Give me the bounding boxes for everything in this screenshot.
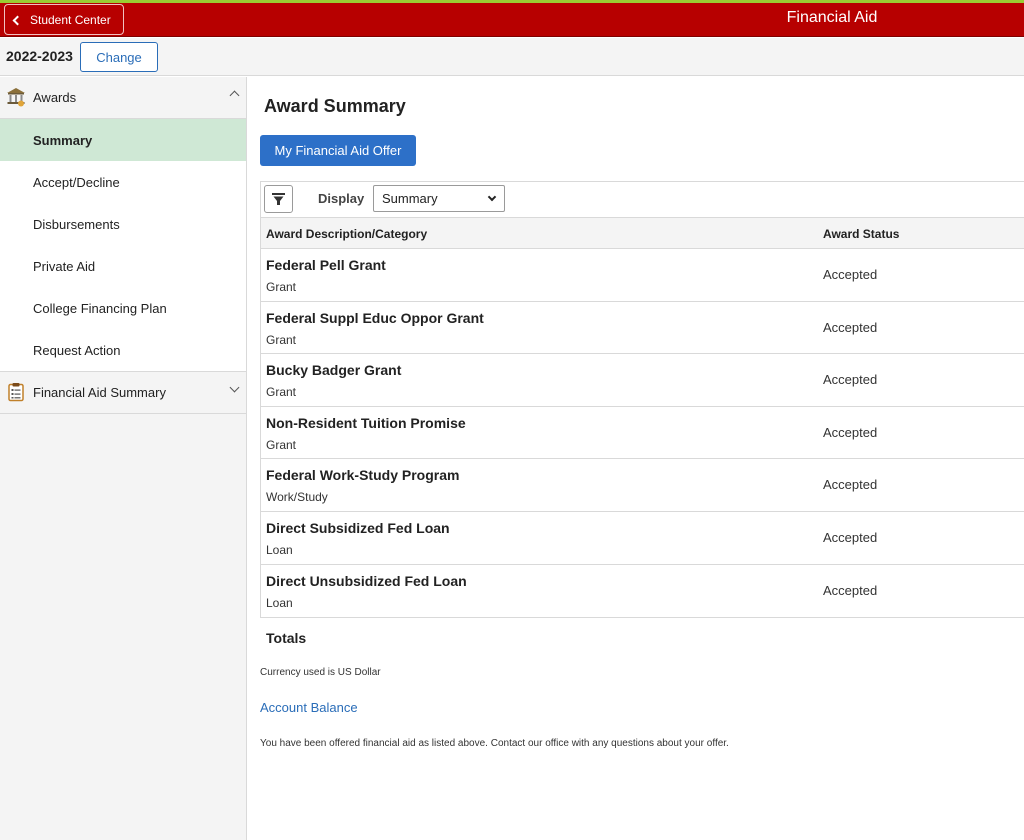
- award-category: Grant: [266, 385, 297, 400]
- award-status: Accepted: [823, 424, 878, 440]
- back-button-label: Student Center: [30, 12, 111, 27]
- sidebar-item-private-aid[interactable]: Private Aid: [0, 245, 246, 287]
- award-status: Accepted: [823, 477, 878, 493]
- display-label: Display: [318, 191, 365, 206]
- award-category: Loan: [266, 542, 293, 557]
- grid-header: Award Description/Category Award Status: [261, 218, 1024, 249]
- award-category: Grant: [266, 332, 297, 347]
- sidebar-item-college-financing-plan[interactable]: College Financing Plan: [0, 287, 246, 329]
- bank-icon: [6, 87, 26, 107]
- clipboard-icon: [6, 382, 26, 402]
- award-name: Direct Subsidized Fed Loan: [266, 519, 450, 536]
- aid-year-label: 2022-2023: [6, 48, 73, 64]
- sidebar-group-label: Awards: [33, 90, 77, 105]
- account-balance-link[interactable]: Account Balance: [260, 700, 358, 715]
- sidebar-nav: Awards Summary Accept/Decline Disburseme…: [0, 77, 247, 840]
- column-header-award-description[interactable]: Award Description/Category: [266, 227, 427, 241]
- award-name: Non-Resident Tuition Promise: [266, 414, 466, 431]
- sidebar-item-accept-decline[interactable]: Accept/Decline: [0, 161, 246, 203]
- awards-submenu: Summary Accept/Decline Disbursements Pri…: [0, 119, 246, 372]
- award-name: Federal Work-Study Program: [266, 467, 460, 484]
- sidebar-item-summary[interactable]: Summary: [0, 119, 246, 161]
- award-summary-grid: Display Summary Award Description/Catego…: [260, 181, 1024, 619]
- column-header-award-status[interactable]: Award Status: [823, 227, 899, 241]
- page-banner: Student Center Financial Aid: [0, 3, 1024, 37]
- filter-button[interactable]: [264, 185, 293, 213]
- page-heading: Financial Aid: [786, 9, 878, 26]
- table-row: Federal Pell Grant Grant Accepted: [261, 249, 1024, 302]
- main-content: Award Summary My Financial Aid Offer Dis…: [248, 77, 1024, 840]
- sidebar-item-request-action[interactable]: Request Action: [0, 329, 246, 371]
- award-status: Accepted: [823, 529, 878, 545]
- sidebar-group-financial-aid-summary[interactable]: Financial Aid Summary: [0, 372, 246, 414]
- financial-aid-offer-button[interactable]: My Financial Aid Offer: [260, 135, 416, 166]
- table-row: Direct Subsidized Fed Loan Loan Accepted: [261, 512, 1024, 565]
- display-dropdown[interactable]: Summary: [373, 185, 505, 212]
- award-status: Accepted: [823, 267, 878, 282]
- totals-label: Totals: [266, 630, 307, 646]
- grid-toolbar: Display Summary: [261, 182, 1024, 218]
- award-name: Direct Unsubsidized Fed Loan: [266, 572, 467, 589]
- sidebar-item-disbursements[interactable]: Disbursements: [0, 203, 246, 245]
- page-title: Award Summary: [264, 96, 406, 116]
- student-center-back-button[interactable]: Student Center: [4, 4, 124, 35]
- award-status: Accepted: [823, 582, 878, 598]
- chevron-down-icon: [229, 382, 240, 393]
- term-bar: 2022-2023 Change: [0, 38, 1024, 76]
- grid-rows: Federal Pell Grant Grant Accepted Federal S…: [261, 249, 1024, 617]
- change-term-button[interactable]: Change: [80, 42, 158, 72]
- award-category: Work/Study: [266, 490, 328, 505]
- chevron-up-icon: [229, 90, 240, 101]
- award-status: Accepted: [823, 319, 878, 335]
- sidebar-group-awards[interactable]: Awards: [0, 77, 246, 119]
- table-row: Federal Suppl Educ Oppor Grant Grant Accep…: [261, 302, 1024, 355]
- filter-icon: [272, 193, 285, 205]
- chevron-left-icon: [12, 15, 23, 25]
- award-status: Accepted: [823, 372, 878, 388]
- award-category: Grant: [266, 280, 297, 294]
- award-category: Grant: [266, 437, 297, 452]
- award-name: Federal Suppl Educ Oppor Grant: [266, 309, 484, 326]
- table-row: Direct Unsubsidized Fed Loan Loan Accepted: [261, 565, 1024, 618]
- table-row: Federal Work-Study Program Work/Study Acce…: [261, 459, 1024, 512]
- offer-notice: You have been offered financial aid as l…: [260, 738, 729, 749]
- sidebar-group-label: Financial Aid Summary: [33, 385, 166, 400]
- display-dropdown-value: Summary: [382, 191, 438, 206]
- award-name: Bucky Badger Grant: [266, 362, 402, 379]
- award-name: Federal Pell Grant: [266, 257, 386, 273]
- award-category: Loan: [266, 595, 293, 610]
- table-row: Bucky Badger Grant Grant Accepted: [261, 354, 1024, 407]
- table-row: Non-Resident Tuition Promise Grant Accepte…: [261, 407, 1024, 460]
- currency-note: Currency used is US Dollar: [260, 667, 381, 678]
- chevron-down-icon: [487, 192, 497, 202]
